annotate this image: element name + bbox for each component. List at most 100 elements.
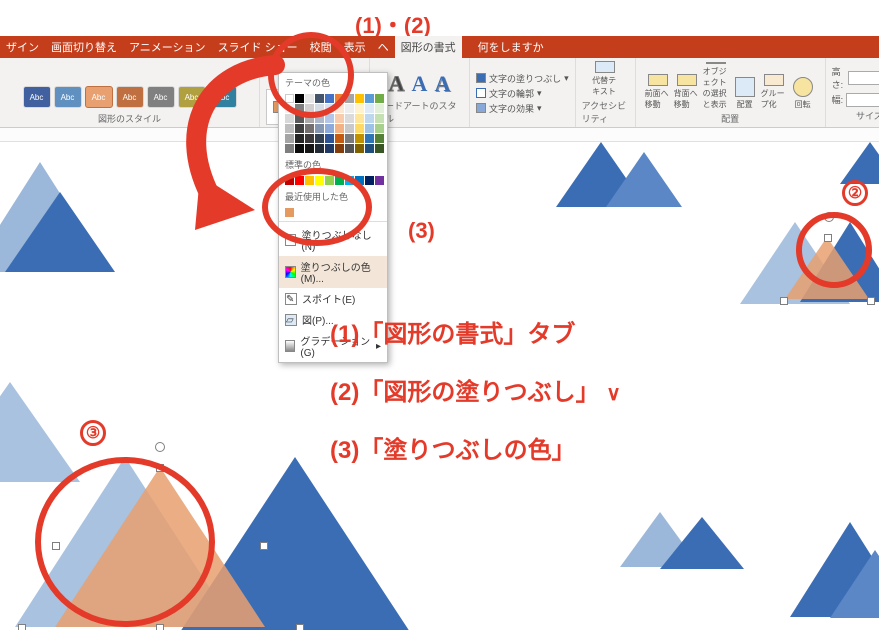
color-swatch[interactable] bbox=[285, 208, 294, 217]
text-outline-button[interactable]: 文字の輪郭 ▾ bbox=[476, 87, 569, 100]
selection-handle[interactable] bbox=[296, 624, 304, 630]
color-swatch[interactable] bbox=[335, 124, 344, 133]
color-swatch[interactable] bbox=[325, 144, 334, 153]
shape-style-preset[interactable]: Abc bbox=[23, 86, 51, 108]
wordart-preset[interactable]: A bbox=[432, 71, 452, 97]
color-swatch[interactable] bbox=[365, 176, 374, 185]
color-swatch[interactable] bbox=[365, 144, 374, 153]
selection-handle[interactable] bbox=[824, 234, 832, 242]
color-swatch[interactable] bbox=[345, 134, 354, 143]
color-swatch[interactable] bbox=[315, 144, 324, 153]
color-swatch[interactable] bbox=[295, 114, 304, 123]
color-swatch[interactable] bbox=[335, 114, 344, 123]
tab-review[interactable]: 校閲 bbox=[304, 36, 338, 58]
color-swatch[interactable] bbox=[325, 94, 334, 103]
color-swatch[interactable] bbox=[305, 114, 314, 123]
triangle-shape[interactable] bbox=[5, 192, 115, 272]
color-swatch[interactable] bbox=[305, 94, 314, 103]
color-swatch[interactable] bbox=[305, 134, 314, 143]
color-swatch[interactable] bbox=[375, 124, 384, 133]
color-swatch[interactable] bbox=[335, 176, 344, 185]
color-swatch[interactable] bbox=[355, 94, 364, 103]
tab-slideshow[interactable]: スライド ショー bbox=[212, 36, 304, 58]
color-swatch[interactable] bbox=[325, 176, 334, 185]
selection-handle[interactable] bbox=[780, 297, 788, 305]
color-swatch[interactable] bbox=[285, 114, 294, 123]
color-swatch[interactable] bbox=[335, 94, 344, 103]
color-swatch[interactable] bbox=[325, 124, 334, 133]
color-swatch[interactable] bbox=[345, 104, 354, 113]
color-swatch[interactable] bbox=[285, 134, 294, 143]
color-swatch[interactable] bbox=[345, 144, 354, 153]
color-swatch[interactable] bbox=[375, 134, 384, 143]
triangle-shape[interactable] bbox=[660, 517, 744, 569]
color-swatch[interactable] bbox=[345, 124, 354, 133]
color-swatch[interactable] bbox=[305, 144, 314, 153]
tab-help[interactable]: ヘ bbox=[372, 36, 395, 58]
color-swatch[interactable] bbox=[335, 134, 344, 143]
text-fill-button[interactable]: 文字の塗りつぶし ▾ bbox=[476, 72, 569, 85]
color-swatch[interactable] bbox=[365, 124, 374, 133]
color-swatch[interactable] bbox=[355, 124, 364, 133]
color-swatch[interactable] bbox=[315, 104, 324, 113]
wordart-preset[interactable]: A bbox=[410, 71, 430, 97]
color-swatch[interactable] bbox=[375, 176, 384, 185]
color-swatch[interactable] bbox=[375, 104, 384, 113]
color-swatch[interactable] bbox=[325, 134, 334, 143]
bring-forward-button[interactable]: 前面へ移動 bbox=[645, 74, 671, 110]
color-swatch[interactable] bbox=[315, 94, 324, 103]
color-swatch[interactable] bbox=[375, 114, 384, 123]
color-swatch[interactable] bbox=[335, 104, 344, 113]
more-fill-colors-item[interactable]: 塗りつぶしの色(M)... bbox=[279, 256, 387, 288]
color-swatch[interactable] bbox=[285, 176, 294, 185]
color-swatch[interactable] bbox=[315, 134, 324, 143]
selection-handle[interactable] bbox=[156, 464, 164, 472]
color-swatch[interactable] bbox=[355, 176, 364, 185]
color-swatch[interactable] bbox=[295, 176, 304, 185]
color-swatch[interactable] bbox=[365, 104, 374, 113]
color-swatch[interactable] bbox=[355, 134, 364, 143]
no-fill-item[interactable]: 塗りつぶしなし(N) bbox=[279, 224, 387, 256]
height-input[interactable] bbox=[848, 71, 879, 85]
color-swatch[interactable] bbox=[305, 124, 314, 133]
shape-style-preset[interactable]: Abc bbox=[178, 86, 206, 108]
color-swatch[interactable] bbox=[365, 94, 374, 103]
triangle-shape[interactable] bbox=[840, 142, 879, 184]
shape-style-preset[interactable]: Abc bbox=[147, 86, 175, 108]
tab-view[interactable]: 表示 bbox=[338, 36, 372, 58]
group-button[interactable]: グループ化 bbox=[761, 74, 787, 110]
rotate-handle[interactable] bbox=[155, 442, 165, 452]
color-swatch[interactable] bbox=[305, 104, 314, 113]
color-swatch[interactable] bbox=[315, 124, 324, 133]
rotate-button[interactable]: 回転 bbox=[790, 74, 816, 110]
color-swatch[interactable] bbox=[325, 104, 334, 113]
color-swatch[interactable] bbox=[285, 104, 294, 113]
color-swatch[interactable] bbox=[315, 176, 324, 185]
shape-style-preset[interactable]: Abc bbox=[116, 86, 144, 108]
send-backward-button[interactable]: 背面へ移動 bbox=[674, 74, 700, 110]
selection-handle[interactable] bbox=[867, 297, 875, 305]
color-swatch[interactable] bbox=[295, 134, 304, 143]
triangle-shape[interactable] bbox=[830, 550, 879, 618]
alt-text-button[interactable]: 代替テキスト bbox=[592, 61, 618, 97]
color-swatch[interactable] bbox=[325, 114, 334, 123]
shape-style-preset[interactable]: Abc bbox=[54, 86, 82, 108]
selection-handle[interactable] bbox=[52, 542, 60, 550]
color-swatch[interactable] bbox=[355, 114, 364, 123]
align-button[interactable]: 配置 bbox=[732, 74, 758, 110]
selection-handle[interactable] bbox=[18, 624, 26, 630]
color-swatch[interactable] bbox=[315, 114, 324, 123]
color-swatch[interactable] bbox=[355, 144, 364, 153]
color-swatch[interactable] bbox=[305, 176, 314, 185]
color-swatch[interactable] bbox=[295, 104, 304, 113]
triangle-shape-selected[interactable] bbox=[55, 467, 265, 627]
rotate-handle[interactable] bbox=[824, 212, 834, 222]
color-swatch[interactable] bbox=[355, 104, 364, 113]
selection-handle[interactable] bbox=[156, 624, 164, 630]
color-swatch[interactable] bbox=[365, 114, 374, 123]
color-swatch[interactable] bbox=[375, 94, 384, 103]
tab-transitions[interactable]: 画面切り替え bbox=[45, 36, 123, 58]
triangle-shape[interactable] bbox=[785, 237, 869, 299]
color-swatch[interactable] bbox=[335, 144, 344, 153]
color-swatch[interactable] bbox=[285, 94, 294, 103]
